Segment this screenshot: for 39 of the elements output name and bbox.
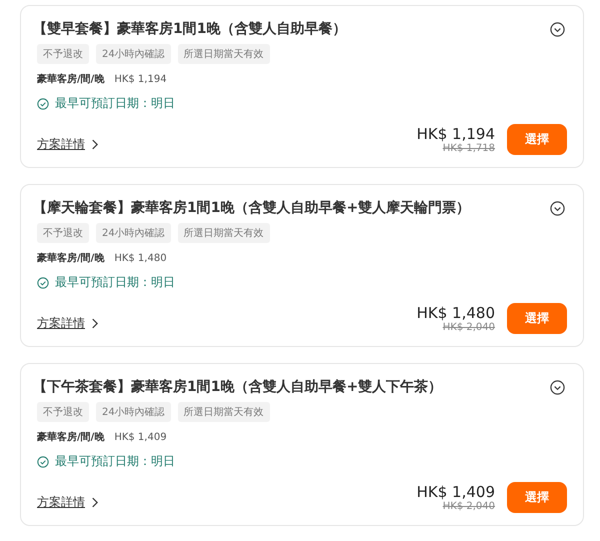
check-circle-icon xyxy=(37,98,49,110)
policy-tag: 所選日期當天有效 xyxy=(178,402,270,422)
room-price: HK$ 1,409 xyxy=(114,432,167,442)
details-link[interactable]: 方案詳情 xyxy=(37,494,98,511)
room-price: HK$ 1,480 xyxy=(114,252,167,264)
room-label: 豪華客房/間/晚 xyxy=(37,430,104,444)
check-circle-icon xyxy=(37,456,49,468)
package-price: HK$ 1,409 xyxy=(416,483,495,501)
original-price: HK$ 1,718 xyxy=(442,143,495,154)
policy-tag: 所選日期當天有效 xyxy=(178,44,270,64)
package-price: HK$ 1,480 xyxy=(416,304,495,322)
policy-tag: 24小時內確認 xyxy=(96,223,171,243)
policy-tag: 24小時內確認 xyxy=(96,44,171,64)
policy-tag: 不予退改 xyxy=(37,44,89,64)
policy-tag: 不予退改 xyxy=(37,402,89,422)
availability-text: 最早可預訂日期：明日 xyxy=(55,453,175,470)
original-price: HK$ 2,040 xyxy=(442,322,495,333)
availability-text: 最早可預訂日期：明日 xyxy=(55,274,175,291)
package-title: 【雙早套餐】豪華客房1間1晚（含雙人自助早餐） xyxy=(33,20,346,38)
chevron-right-icon xyxy=(91,497,98,508)
chevron-right-icon xyxy=(91,318,98,329)
package-price: HK$ 1,194 xyxy=(416,125,495,143)
expand-icon[interactable] xyxy=(550,22,565,36)
policy-tag: 不予退改 xyxy=(37,223,89,243)
details-link[interactable]: 方案詳情 xyxy=(37,315,98,332)
details-link[interactable]: 方案詳情 xyxy=(37,136,98,153)
availability-text: 最早可預訂日期：明日 xyxy=(55,95,175,112)
chevron-right-icon xyxy=(91,139,98,150)
expand-icon[interactable] xyxy=(550,200,565,216)
policy-tag: 24小時內確認 xyxy=(96,402,171,422)
original-price: HK$ 2,040 xyxy=(442,501,495,512)
room-label: 豪華客房/間/晚 xyxy=(37,251,104,265)
room-label: 豪華客房/間/晚 xyxy=(37,72,104,86)
room-price: HK$ 1,194 xyxy=(114,74,167,84)
check-circle-icon xyxy=(37,276,49,288)
expand-icon[interactable] xyxy=(550,380,565,394)
package-title: 【摩天輪套餐】豪華客房1間1晚（含雙人自助早餐+雙人摩天輪門票） xyxy=(33,199,470,217)
package-title: 【下午茶套餐】豪華客房1間1晚（含雙人自助早餐+雙人下午茶） xyxy=(33,378,442,396)
policy-tag: 所選日期當天有效 xyxy=(178,223,270,243)
